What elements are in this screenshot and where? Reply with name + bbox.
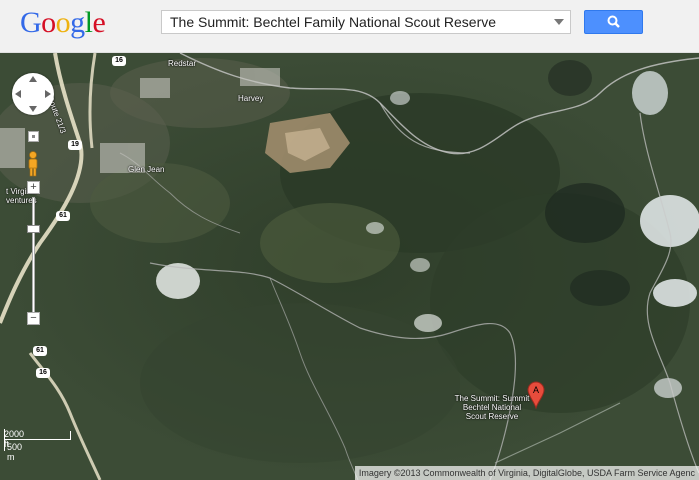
pan-control xyxy=(12,73,54,115)
pegman-icon[interactable] xyxy=(26,151,40,177)
reset-view-button[interactable] xyxy=(28,131,39,142)
chevron-down-icon[interactable] xyxy=(554,19,564,25)
map-copyright: Imagery ©2013 Commonwealth of Virginia, … xyxy=(354,466,699,480)
route-shield-61-bottom: 61 xyxy=(33,346,47,356)
logo-letter-l: l xyxy=(84,6,93,39)
logo-letter-g: G xyxy=(20,6,42,39)
header-bar: Google xyxy=(0,0,699,53)
place-label-redstar: Redstar xyxy=(168,59,197,68)
search-box xyxy=(161,10,571,34)
zoom-out-button[interactable]: − xyxy=(27,312,40,325)
logo-letter-e: e xyxy=(92,6,106,39)
route-shield-19: 19 xyxy=(68,140,82,150)
search-button[interactable] xyxy=(584,10,643,34)
place-name-line2: Bechtel National xyxy=(462,403,522,412)
route-shield-61-top: 61 xyxy=(56,211,70,221)
scale-line xyxy=(4,439,70,440)
pan-down-icon[interactable] xyxy=(29,106,37,112)
scale-tick-left xyxy=(4,429,5,451)
place-label-glen-jean: Glen Jean xyxy=(128,165,165,174)
google-logo[interactable]: Google xyxy=(20,6,106,40)
pan-left-icon[interactable] xyxy=(15,90,21,98)
scale-metric: 500 m xyxy=(7,442,23,462)
place-name-line1: The Summit: Summit xyxy=(454,394,530,403)
zoom-slider-track[interactable] xyxy=(32,197,35,315)
marker-letter: A xyxy=(533,385,539,395)
route-shield-16-top: 16 xyxy=(112,56,126,66)
logo-letter-o1: o xyxy=(41,6,56,39)
zoom-in-button[interactable]: + xyxy=(27,181,40,194)
place-name-line3: Scout Reserve xyxy=(465,412,519,421)
logo-letter-o2: o xyxy=(55,6,71,39)
search-input[interactable] xyxy=(162,11,550,33)
place-label-harvey: Harvey xyxy=(238,94,264,103)
scale-tick-right xyxy=(70,431,71,440)
place-name-label[interactable]: The Summit: Summit Bechtel National Scou… xyxy=(452,394,532,421)
search-icon xyxy=(607,15,620,28)
satellite-map[interactable]: Redstar Harvey Glen Jean Co Route 21/3 t… xyxy=(0,53,699,480)
route-shield-16-bottom: 16 xyxy=(36,368,50,378)
satellite-imagery xyxy=(0,53,699,480)
reset-view-icon xyxy=(32,135,35,138)
pan-up-icon[interactable] xyxy=(29,76,37,82)
logo-letter-g2: g xyxy=(70,6,85,39)
zoom-slider-handle[interactable] xyxy=(27,225,40,233)
pan-right-icon[interactable] xyxy=(45,90,51,98)
